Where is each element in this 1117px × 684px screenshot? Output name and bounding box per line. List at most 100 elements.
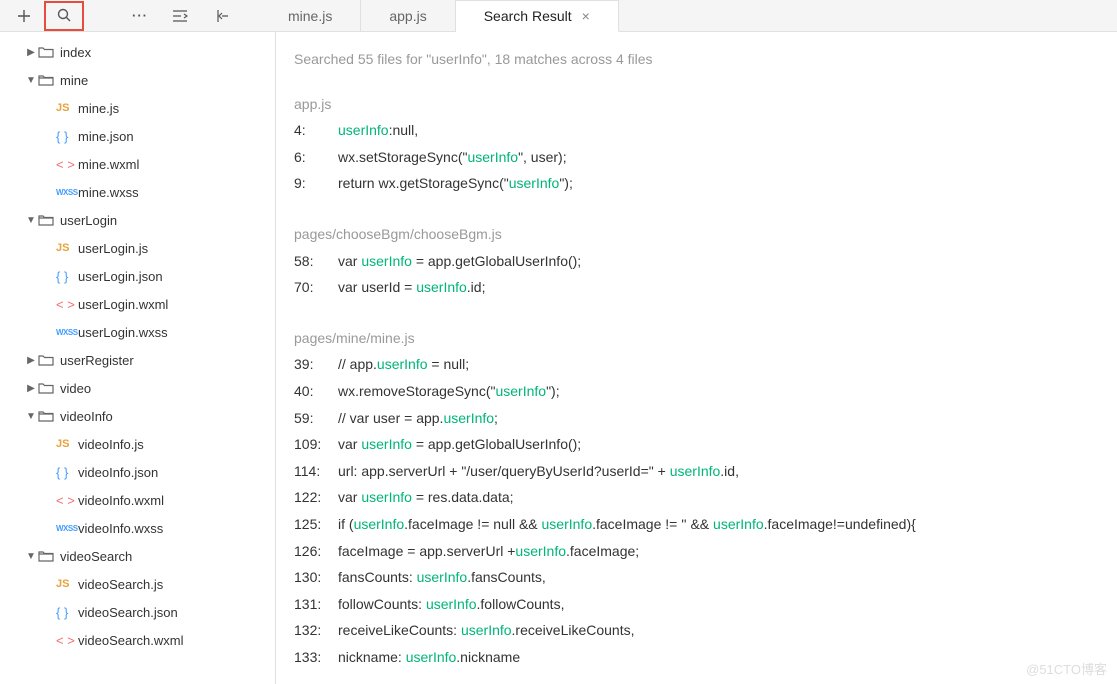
folder-videoinfo[interactable]: ▼videoInfo <box>0 402 275 430</box>
search-results-panel: Searched 55 files for "userInfo", 18 mat… <box>276 32 1117 684</box>
tree-item-label: mine <box>60 73 88 88</box>
folder-mine[interactable]: ▼mine <box>0 66 275 94</box>
file-userlogin-wxml[interactable]: < >userLogin.wxml <box>0 290 275 318</box>
tree-item-label: mine.js <box>78 101 119 116</box>
line-content: url: app.serverUrl + "/user/queryByUserI… <box>338 458 739 485</box>
result-file-header[interactable]: pages/chooseBgm/chooseBgm.js <box>294 221 1099 248</box>
tab-label: mine.js <box>288 8 332 24</box>
more-button[interactable]: ··· <box>120 2 160 30</box>
result-line[interactable]: 59:// var user = app.userInfo; <box>294 405 1099 432</box>
result-line[interactable]: 122:var userInfo = res.data.data; <box>294 484 1099 511</box>
line-number: 40: <box>294 378 338 405</box>
collapse-icon <box>212 9 228 23</box>
result-line[interactable]: 131:followCounts: userInfo.followCounts, <box>294 591 1099 618</box>
more-icon: ··· <box>132 8 148 23</box>
folder-icon <box>38 353 60 367</box>
file-mine-json[interactable]: { }mine.json <box>0 122 275 150</box>
tree-item-label: videoInfo.json <box>78 465 158 480</box>
result-line[interactable]: 40:wx.removeStorageSync("userInfo"); <box>294 378 1099 405</box>
line-number: 130: <box>294 564 338 591</box>
file-videosearch-wxml[interactable]: < >videoSearch.wxml <box>0 626 275 654</box>
result-line[interactable]: 133:nickname: userInfo.nickname <box>294 644 1099 671</box>
file-userlogin-js[interactable]: JSuserLogin.js <box>0 234 275 262</box>
tab-search-result[interactable]: Search Result× <box>456 0 619 32</box>
result-line[interactable]: 132:receiveLikeCounts: userInfo.receiveL… <box>294 617 1099 644</box>
folder-userregister[interactable]: ▶userRegister <box>0 346 275 374</box>
folder-index[interactable]: ▶index <box>0 38 275 66</box>
collapse-button[interactable] <box>200 2 240 30</box>
folder-videosearch[interactable]: ▼videoSearch <box>0 542 275 570</box>
line-number: 39: <box>294 351 338 378</box>
result-file-header[interactable]: pages/mine/mine.js <box>294 325 1099 352</box>
tree-item-label: videoInfo.wxss <box>78 521 163 536</box>
tree-item-label: videoSearch.js <box>78 577 163 592</box>
line-content: nickname: userInfo.nickname <box>338 644 520 671</box>
line-content: // app.userInfo = null; <box>338 351 469 378</box>
file-mine-js[interactable]: JSmine.js <box>0 94 275 122</box>
file-videoinfo-wxss[interactable]: WXSSvideoInfo.wxss <box>0 514 275 542</box>
file-videoinfo-json[interactable]: { }videoInfo.json <box>0 458 275 486</box>
wxml-icon: < > <box>56 633 78 648</box>
tree-item-label: userLogin <box>60 213 117 228</box>
line-number: 70: <box>294 274 338 301</box>
result-line[interactable]: 109:var userInfo = app.getGlobalUserInfo… <box>294 431 1099 458</box>
wxss-icon: WXSS <box>56 188 78 197</box>
js-icon: JS <box>56 578 78 590</box>
tree-item-label: mine.json <box>78 129 134 144</box>
tree-item-label: userLogin.json <box>78 269 163 284</box>
result-file-header[interactable]: app.js <box>294 91 1099 118</box>
folder-icon <box>38 549 60 563</box>
js-icon: JS <box>56 438 78 450</box>
tree-item-label: videoInfo <box>60 409 113 424</box>
result-line[interactable]: 125:if (userInfo.faceImage != null && us… <box>294 511 1099 538</box>
folder-icon <box>38 409 60 423</box>
indent-button[interactable] <box>160 2 200 30</box>
line-number: 125: <box>294 511 338 538</box>
line-content: fansCounts: userInfo.fansCounts, <box>338 564 546 591</box>
line-content: userInfo:null, <box>338 117 418 144</box>
search-button[interactable] <box>44 1 84 31</box>
tab-label: app.js <box>389 8 426 24</box>
main: ▶index▼mineJSmine.js{ }mine.json< >mine.… <box>0 32 1117 684</box>
file-userlogin-wxss[interactable]: WXSSuserLogin.wxss <box>0 318 275 346</box>
line-content: var userInfo = res.data.data; <box>338 484 514 511</box>
result-line[interactable]: 126:faceImage = app.serverUrl +userInfo.… <box>294 538 1099 565</box>
tree-item-label: userLogin.wxml <box>78 297 168 312</box>
result-line[interactable]: 6:wx.setStorageSync("userInfo", user); <box>294 144 1099 171</box>
result-line[interactable]: 9:return wx.getStorageSync("userInfo"); <box>294 170 1099 197</box>
js-icon: JS <box>56 102 78 114</box>
file-videosearch-js[interactable]: JSvideoSearch.js <box>0 570 275 598</box>
wxml-icon: < > <box>56 297 78 312</box>
result-line[interactable]: 4:userInfo:null, <box>294 117 1099 144</box>
close-icon[interactable]: × <box>582 8 590 24</box>
chevron-right-icon: ▶ <box>24 383 38 394</box>
chevron-right-icon: ▶ <box>24 355 38 366</box>
file-tree: ▶index▼mineJSmine.js{ }mine.json< >mine.… <box>0 32 276 684</box>
new-file-button[interactable] <box>4 2 44 30</box>
wxss-icon: WXSS <box>56 524 78 533</box>
file-videoinfo-js[interactable]: JSvideoInfo.js <box>0 430 275 458</box>
file-videosearch-json[interactable]: { }videoSearch.json <box>0 598 275 626</box>
result-line[interactable]: 114:url: app.serverUrl + "/user/queryByU… <box>294 458 1099 485</box>
result-line[interactable]: 39:// app.userInfo = null; <box>294 351 1099 378</box>
result-line[interactable]: 130:fansCounts: userInfo.fansCounts, <box>294 564 1099 591</box>
folder-video[interactable]: ▶ video <box>0 374 275 402</box>
tree-item-label: video <box>60 381 91 396</box>
tab-app-js[interactable]: app.js <box>361 0 455 32</box>
file-videoinfo-wxml[interactable]: < >videoInfo.wxml <box>0 486 275 514</box>
line-number: 4: <box>294 117 338 144</box>
line-content: followCounts: userInfo.followCounts, <box>338 591 564 618</box>
file-mine-wxss[interactable]: WXSSmine.wxss <box>0 178 275 206</box>
line-content: wx.removeStorageSync("userInfo"); <box>338 378 560 405</box>
line-content: var userId = userInfo.id; <box>338 274 485 301</box>
result-line[interactable]: 58:var userInfo = app.getGlobalUserInfo(… <box>294 248 1099 275</box>
folder-userlogin[interactable]: ▼userLogin <box>0 206 275 234</box>
line-number: 6: <box>294 144 338 171</box>
tabs: mine.js app.js Search Result× <box>260 0 619 32</box>
line-content: var userInfo = app.getGlobalUserInfo(); <box>338 248 581 275</box>
toolbar-left: ··· <box>0 1 240 31</box>
file-mine-wxml[interactable]: < >mine.wxml <box>0 150 275 178</box>
file-userlogin-json[interactable]: { }userLogin.json <box>0 262 275 290</box>
tab-mine-js[interactable]: mine.js <box>260 0 361 32</box>
result-line[interactable]: 70:var userId = userInfo.id; <box>294 274 1099 301</box>
